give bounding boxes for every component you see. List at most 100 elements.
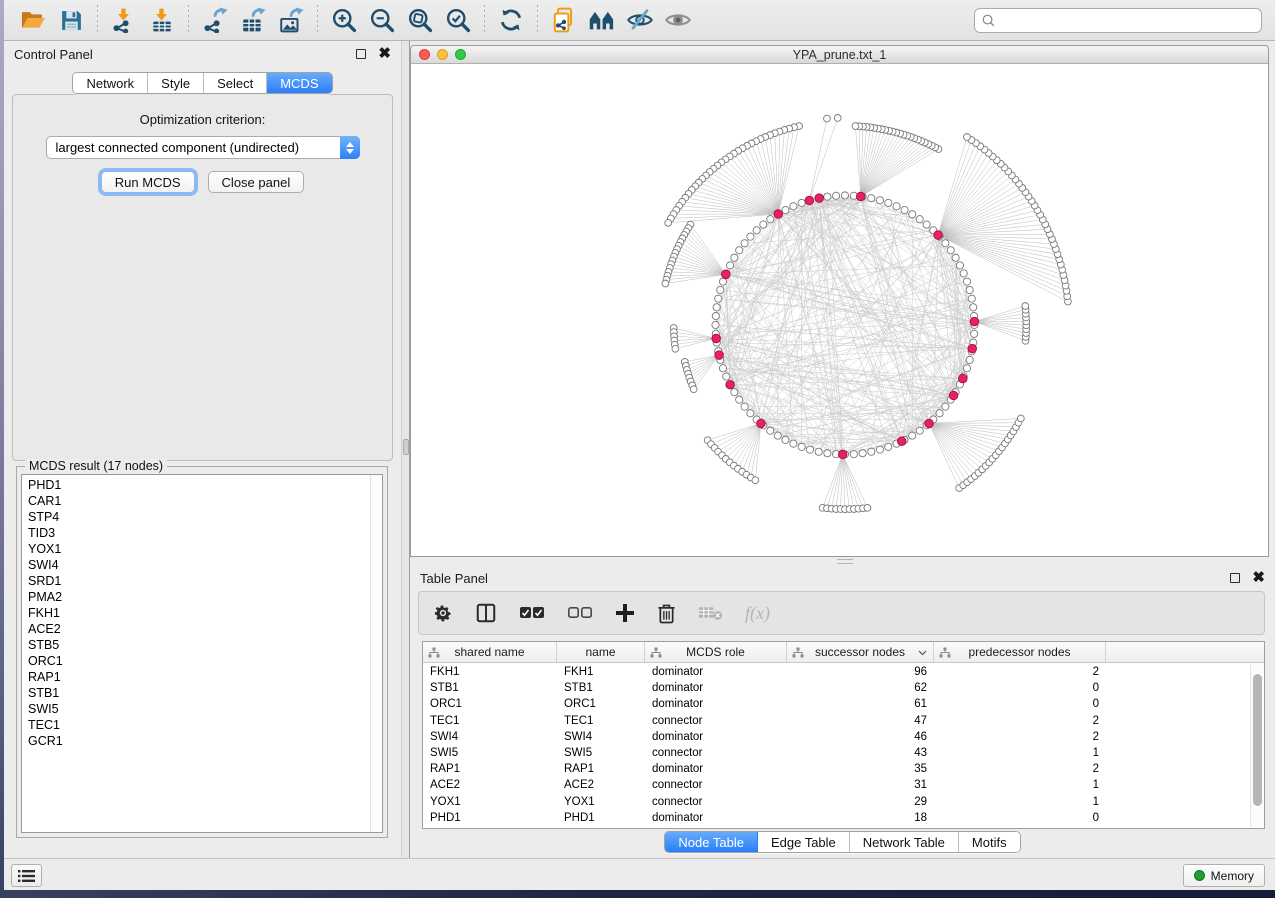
table-panel-title: Table Panel	[420, 571, 488, 586]
cell-MCDS-role: dominator	[645, 698, 787, 710]
table-row[interactable]: SWI4SWI4dominator462	[423, 729, 1264, 745]
tab-style[interactable]: Style	[148, 73, 204, 93]
show-all-icon[interactable]	[659, 3, 697, 37]
create-column-icon[interactable]	[615, 603, 635, 623]
run-mcds-button[interactable]: Run MCDS	[101, 171, 195, 193]
function-builder-icon: f(x)	[745, 603, 770, 624]
select-all-icon[interactable]	[519, 606, 545, 620]
cell-shared-name: RAP1	[423, 763, 557, 775]
table-panel-header: Table Panel ✖	[410, 565, 1275, 591]
new-network-from-selection-icon[interactable]	[545, 3, 583, 37]
cell-name: ACE2	[557, 779, 645, 791]
open-session-icon[interactable]	[14, 3, 52, 37]
import-table-icon[interactable]	[143, 3, 181, 37]
cell-MCDS-role: connector	[645, 779, 787, 791]
search-input[interactable]	[996, 11, 1261, 31]
table-row[interactable]: ACE2ACE2connector311	[423, 777, 1264, 793]
mcds-result-item: ACE2	[22, 621, 370, 637]
cell-name: SWI5	[557, 747, 645, 759]
cell-MCDS-role: dominator	[645, 763, 787, 775]
table-row[interactable]: SWI5SWI5connector431	[423, 745, 1264, 761]
table-row[interactable]: TEC1TEC1connector472	[423, 713, 1264, 729]
close-panel-icon[interactable]: ✖	[1252, 573, 1265, 583]
optimization-criterion-label: Optimization criterion:	[13, 112, 392, 127]
cell-MCDS-role: dominator	[645, 682, 787, 694]
float-panel-icon[interactable]	[1230, 573, 1240, 583]
table-scrollbar[interactable]	[1250, 664, 1263, 827]
memory-label: Memory	[1211, 869, 1254, 883]
export-network-icon[interactable]	[196, 3, 234, 37]
zoom-in-icon[interactable]	[325, 3, 363, 37]
tab-edge-table[interactable]: Edge Table	[758, 832, 850, 852]
cell-successor-nodes: 61	[787, 698, 934, 710]
search-box[interactable]	[974, 8, 1262, 33]
mcds-result-group: MCDS result (17 nodes) PHD1CAR1STP4TID3Y…	[16, 466, 388, 838]
table-row[interactable]: RAP1RAP1dominator352	[423, 761, 1264, 777]
column-header-shared-name[interactable]: shared name	[423, 642, 557, 662]
cell-predecessor-nodes: 0	[934, 812, 1106, 824]
mcds-result-item: YOX1	[22, 541, 370, 557]
cell-predecessor-nodes: 2	[934, 666, 1106, 678]
memory-button[interactable]: Memory	[1183, 864, 1265, 887]
hide-selection-icon[interactable]	[621, 3, 659, 37]
unselect-all-icon[interactable]	[567, 606, 593, 620]
cell-successor-nodes: 18	[787, 812, 934, 824]
table-row[interactable]: FKH1FKH1dominator962	[423, 664, 1264, 680]
control-panel-title: Control Panel	[14, 47, 93, 62]
tab-motifs[interactable]: Motifs	[959, 832, 1020, 852]
cell-successor-nodes: 43	[787, 747, 934, 759]
toolbar-separator	[188, 5, 189, 35]
column-header-successor-nodes[interactable]: successor nodes	[787, 642, 934, 662]
tab-mcds[interactable]: MCDS	[267, 73, 331, 93]
table-settings-icon[interactable]	[433, 603, 453, 623]
tab-network-table[interactable]: Network Table	[850, 832, 959, 852]
column-header-predecessor-nodes[interactable]: predecessor nodes	[934, 642, 1106, 662]
delete-columns-icon[interactable]	[657, 603, 676, 624]
table-row[interactable]: ORC1ORC1dominator610	[423, 696, 1264, 712]
close-panel-button[interactable]: Close panel	[208, 171, 305, 193]
cell-shared-name: YOX1	[423, 796, 557, 808]
tab-node-table[interactable]: Node Table	[665, 832, 758, 852]
network-canvas[interactable]	[411, 64, 1268, 556]
splitter-grip[interactable]	[403, 439, 409, 455]
column-header-name[interactable]: name	[557, 642, 645, 662]
control-panel-tabs: NetworkStyleSelectMCDS	[72, 72, 332, 94]
export-image-icon[interactable]	[272, 3, 310, 37]
mcds-result-item: SRD1	[22, 573, 370, 589]
apply-layout-icon[interactable]	[492, 3, 530, 37]
table-row[interactable]: STB1STB1dominator620	[423, 680, 1264, 696]
zoom-selected-icon[interactable]	[439, 3, 477, 37]
vertical-splitter[interactable]	[401, 41, 410, 858]
cell-MCDS-role: connector	[645, 796, 787, 808]
zoom-out-icon[interactable]	[363, 3, 401, 37]
table-panel: Table Panel ✖	[410, 565, 1275, 858]
mcds-list-scrollbar[interactable]	[370, 475, 382, 832]
cell-successor-nodes: 62	[787, 682, 934, 694]
export-table-icon[interactable]	[234, 3, 272, 37]
toolbar-separator	[97, 5, 98, 35]
table-row[interactable]: YOX1YOX1connector291	[423, 794, 1264, 810]
import-network-icon[interactable]	[105, 3, 143, 37]
column-header-MCDS-role[interactable]: MCDS role	[645, 642, 787, 662]
first-neighbors-icon[interactable]	[583, 3, 621, 37]
close-panel-icon[interactable]: ✖	[378, 49, 391, 59]
scrollbar-thumb[interactable]	[1253, 674, 1262, 806]
zoom-fit-icon[interactable]	[401, 3, 439, 37]
mcds-result-item: FKH1	[22, 605, 370, 621]
horizontal-splitter-grip[interactable]	[837, 559, 853, 564]
save-session-icon[interactable]	[52, 3, 90, 37]
table-row[interactable]: PHD1PHD1dominator180	[423, 810, 1264, 826]
cell-predecessor-nodes: 1	[934, 779, 1106, 791]
cell-MCDS-role: dominator	[645, 731, 787, 743]
optimization-criterion-select[interactable]: largest connected component (undirected)	[46, 136, 360, 159]
network-titlebar: YPA_prune.txt_1	[411, 46, 1268, 64]
mcds-result-item: SWI4	[22, 557, 370, 573]
tab-select[interactable]: Select	[204, 73, 267, 93]
float-panel-icon[interactable]	[356, 49, 366, 59]
table-body: FKH1FKH1dominator962STB1STB1dominator620…	[423, 664, 1264, 828]
cell-shared-name: TEC1	[423, 715, 557, 727]
tab-network[interactable]: Network	[73, 73, 148, 93]
cell-name: PHD1	[557, 812, 645, 824]
show-panels-button[interactable]	[11, 864, 42, 887]
show-columns-icon[interactable]	[475, 602, 497, 624]
